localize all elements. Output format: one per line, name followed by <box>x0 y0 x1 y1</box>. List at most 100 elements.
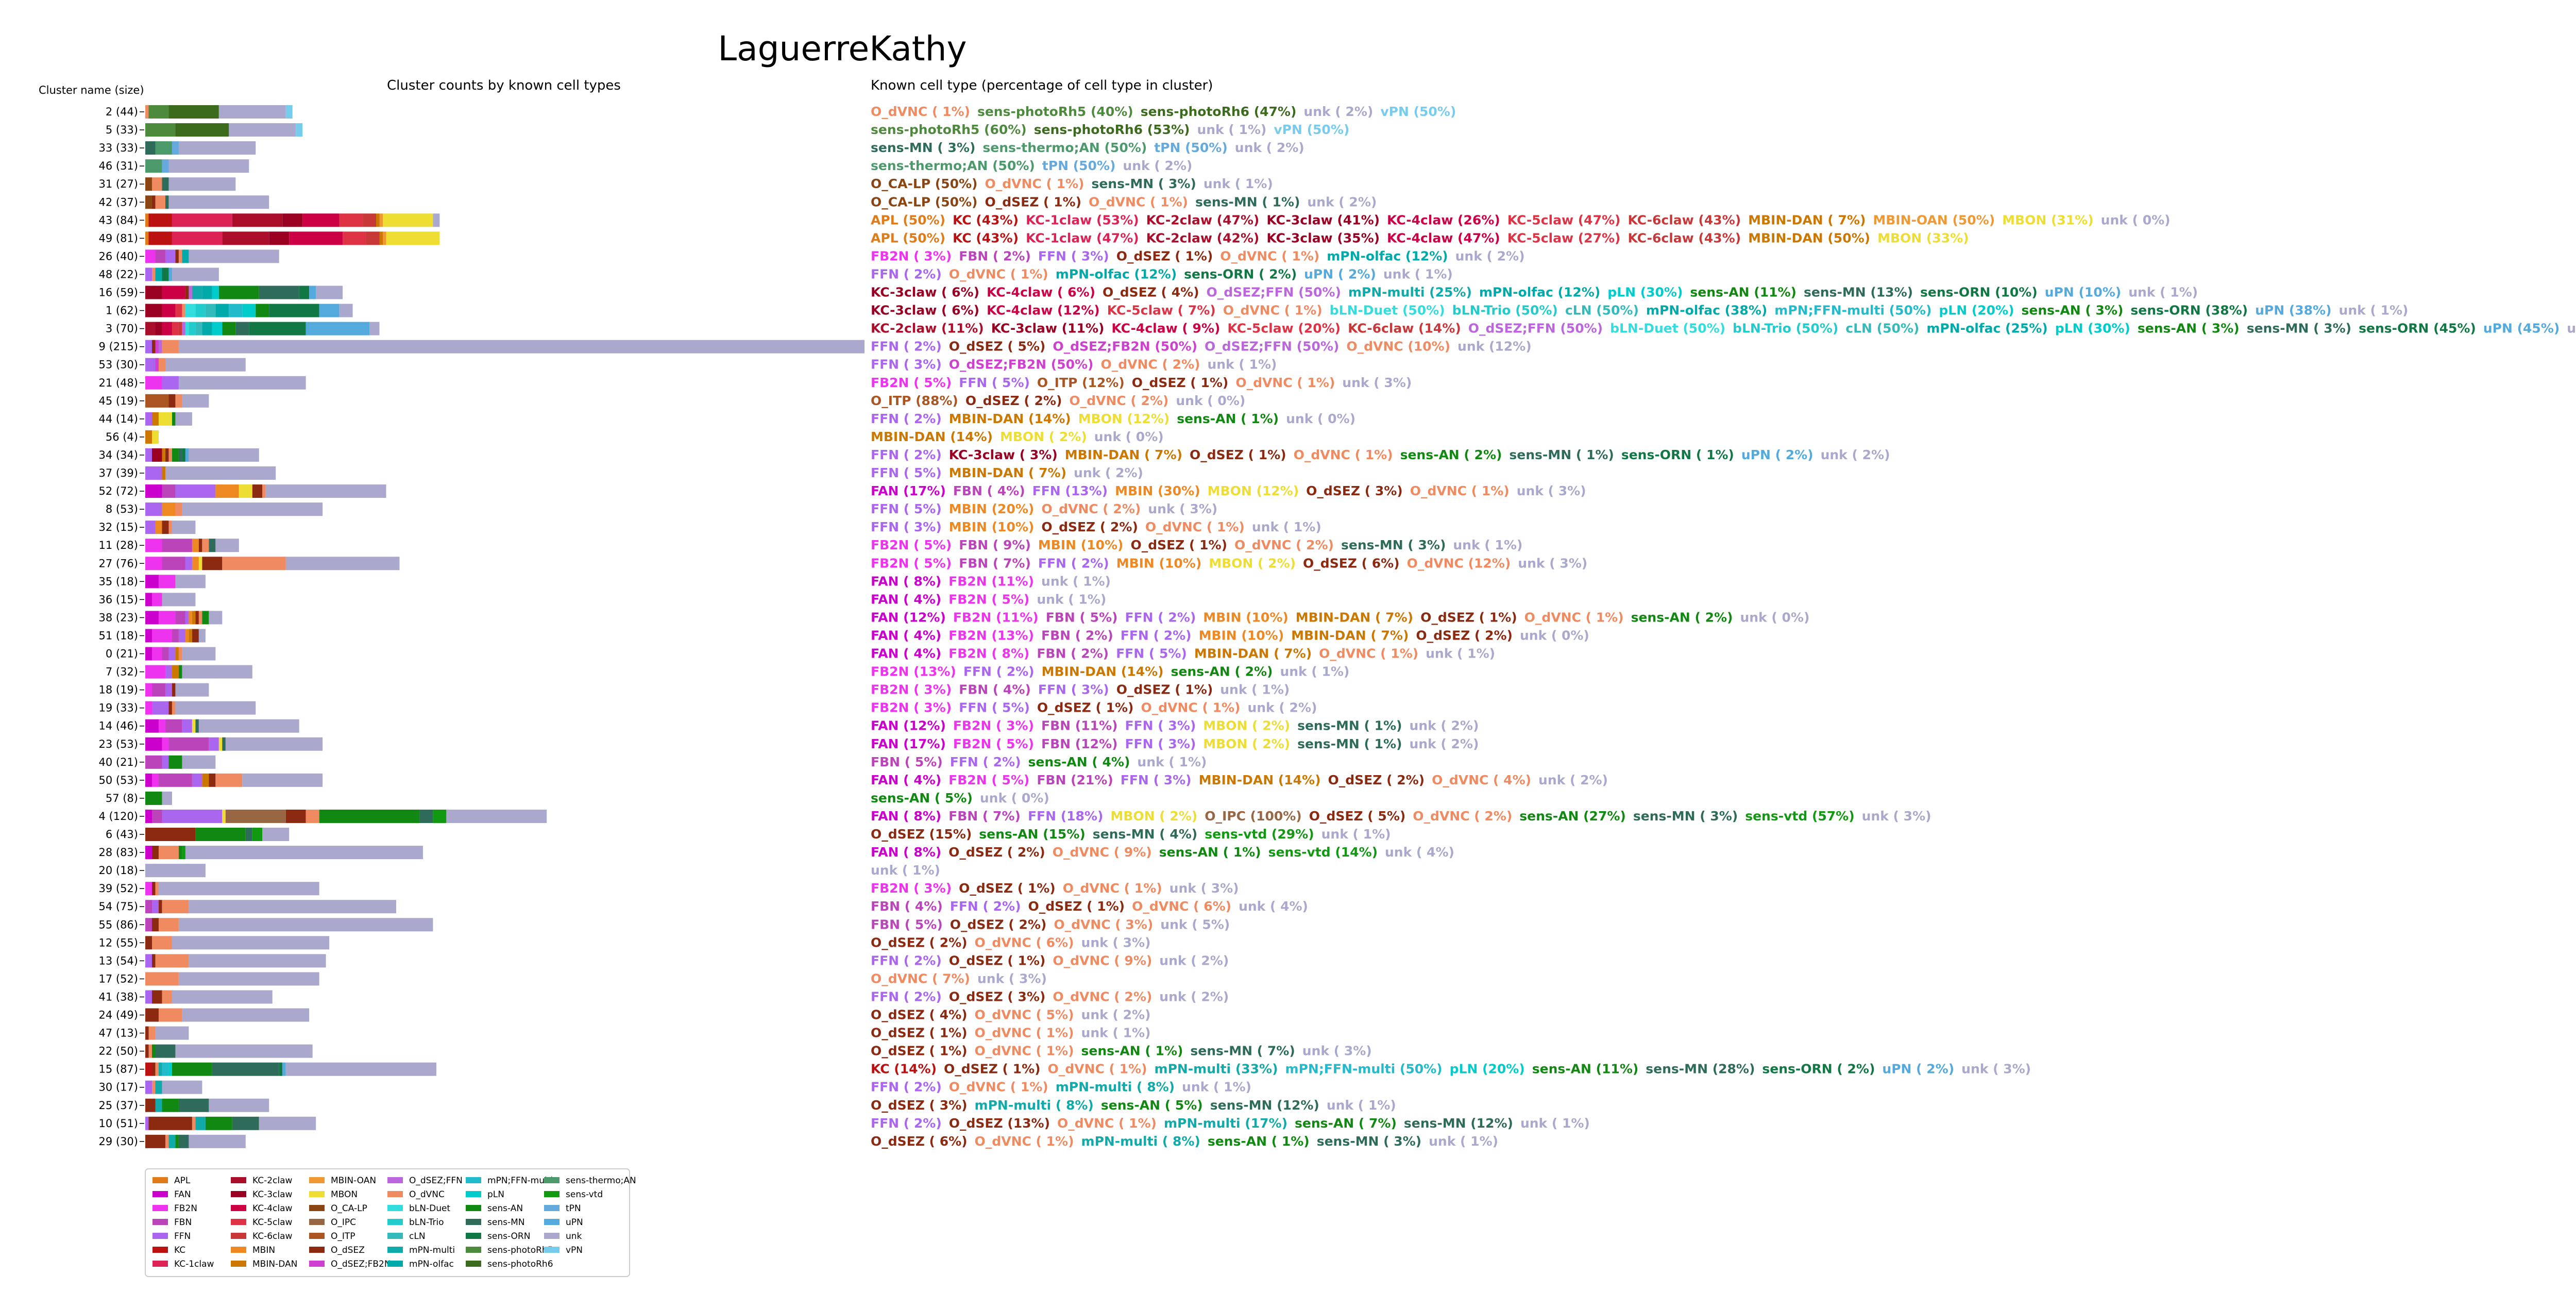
cluster-row: 57 (8) sens-AN ( 5%) unk ( 0%) <box>106 791 1049 806</box>
celltype-annotation: sens-AN ( 3%) <box>2022 303 2124 318</box>
cluster-row: 36 (15) FAN ( 4%) FB2N ( 5%) unk ( 1%) <box>98 592 1106 607</box>
bar-segment <box>185 557 192 571</box>
celltype-annotation: KC (43%) <box>953 212 1019 227</box>
celltype-annotation: FB2N ( 3%) <box>871 700 952 715</box>
bar-segment <box>148 1116 192 1130</box>
celltype-annotation: bLN-Trio (50%) <box>1733 321 1838 336</box>
celltype-annotation: MBIN-DAN (14%) <box>1199 773 1321 787</box>
celltype-annotation: unk ( 1%) <box>1453 538 1522 552</box>
celltype-annotation: KC-2claw (42%) <box>1146 230 1260 245</box>
celltype-annotation: sens-ORN ( 1%) <box>1621 447 1734 462</box>
bar-segment <box>168 737 209 751</box>
bar-segment <box>175 1134 179 1148</box>
celltype-annotation: bLN-Trio (50%) <box>1452 303 1558 318</box>
cluster-row: 56 (4) MBIN-DAN (14%) MBON ( 2%) unk ( 0%) <box>106 429 1164 444</box>
cluster-label: 1 (62) <box>106 305 138 317</box>
bar-segment <box>209 737 219 751</box>
bar-segment <box>178 972 319 986</box>
celltype-annotation: FBN (21%) <box>1037 773 1113 787</box>
celltype-annotation: uPN (38%) <box>2255 303 2331 318</box>
celltype-annotation: O_dSEZ ( 5%) <box>949 339 1046 354</box>
cluster-row: 17 (52) O_dVNC ( 7%) unk ( 3%) <box>98 971 1046 986</box>
bar-segment <box>148 213 172 227</box>
celltype-annotation: unk ( 3%) <box>1170 881 1239 896</box>
bar-segment <box>446 809 547 823</box>
celltype-annotation: FBN ( 4%) <box>959 682 1031 697</box>
bar-segment <box>145 304 162 317</box>
cluster-label: 56 (4) <box>106 431 138 443</box>
bar-segment <box>175 412 192 426</box>
cluster-label: 27 (76) <box>98 557 138 569</box>
celltype-annotation: unk ( 1%) <box>1041 574 1111 589</box>
legend-swatch <box>387 1233 403 1239</box>
cluster-row: 13 (54) FFN ( 2%) O_dSEZ ( 1%) O_dVNC ( 9%)… <box>98 953 1229 968</box>
bar-segment <box>419 809 433 823</box>
celltype-annotation: unk ( 1%) <box>1426 646 1495 661</box>
bar-segment <box>172 231 223 245</box>
celltype-annotation: sens-thermo;AN (50%) <box>982 140 1147 155</box>
bar-segment <box>145 990 152 1004</box>
bar-segment <box>262 828 290 841</box>
celltype-annotation: FFN ( 2%) <box>1125 610 1196 625</box>
legend-entry: MBON <box>331 1189 358 1200</box>
legend-swatch <box>544 1233 560 1239</box>
bar-segment <box>158 358 165 372</box>
celltype-annotation: O_dSEZ ( 1%) <box>1028 899 1125 914</box>
celltype-annotation: FBN ( 2%) <box>1037 646 1109 661</box>
bar-segment <box>168 105 219 119</box>
bar-segment <box>195 304 206 317</box>
legend-entry: O_ITP <box>331 1231 355 1242</box>
bar-segment <box>172 701 176 715</box>
bar-segment <box>285 809 306 823</box>
bar-segment <box>145 213 149 227</box>
cluster-row: 43 (84) APL (50%) KC (43%) KC-1claw (53%) KC… <box>98 212 2170 227</box>
celltype-annotation: FB2N ( 5%) <box>871 375 952 390</box>
cluster-row: 2 (44) O_dVNC ( 1%) sens-photoRh5 (40%) sen… <box>106 104 1456 119</box>
legend-entry: KC <box>174 1245 185 1255</box>
celltype-annotation: O_CA-LP (50%) <box>871 176 977 191</box>
cluster-row: 8 (53) FFN ( 5%) MBIN (20%) O_dVNC ( 2%) unk… <box>106 501 1217 516</box>
celltype-annotation: unk ( 1%) <box>1204 176 1273 191</box>
bar-segment <box>165 665 172 679</box>
celltype-annotation: vPN (50%) <box>1274 122 1349 137</box>
celltype-annotation: pLN (20%) <box>1939 303 2014 318</box>
celltype-annotation: sens-AN ( 2%) <box>1171 664 1273 679</box>
chart-title: LaguerreKathy <box>718 29 967 69</box>
celltype-annotation: unk ( 2%) <box>1159 953 1229 968</box>
bar-segment <box>148 1044 152 1058</box>
legend-entry: O_dSEZ;FFN <box>409 1176 463 1186</box>
bar-segment <box>155 340 159 354</box>
legend-entry: FFN <box>174 1231 191 1242</box>
celltype-annotation: KC-6claw (14%) <box>1348 321 1461 336</box>
celltype-annotation: unk ( 2%) <box>1821 447 1890 462</box>
celltype-annotation: unk ( 3%) <box>1518 556 1587 571</box>
celltype-annotation: O_dVNC ( 9%) <box>1053 845 1152 860</box>
bar-segment <box>165 466 276 480</box>
text-panel-title: Known cell type (percentage of cell type… <box>871 78 1213 93</box>
cluster-row: 0 (21) FAN ( 4%) FB2N ( 8%) FBN ( 2%) FFN ( … <box>106 646 1495 661</box>
cluster-row: 1 (62) KC-3claw ( 6%) KC-4claw (12%) KC-5cl… <box>106 303 2409 318</box>
cluster-row: 20 (18) unk ( 1%) <box>98 863 940 878</box>
cluster-label: 49 (81) <box>98 232 138 244</box>
bar-segment <box>222 737 226 751</box>
celltype-annotation: FAN (17%) <box>871 736 946 751</box>
bar-segment <box>158 412 172 426</box>
bar-segment <box>155 358 159 372</box>
celltype-annotation: MBIN-DAN ( 7%) <box>1065 447 1182 462</box>
celltype-annotation: sens-AN ( 2%) <box>1400 447 1502 462</box>
legend-swatch <box>309 1247 325 1253</box>
bar-segment <box>162 484 176 498</box>
cluster-label: 13 (54) <box>98 954 138 967</box>
legend-entry: pLN <box>487 1189 504 1200</box>
cluster-row: 41 (38) FFN ( 2%) O_dSEZ ( 3%) O_dVNC ( 2%)… <box>98 989 1229 1004</box>
celltype-annotation: O_dVNC ( 2%) <box>1234 538 1334 552</box>
legend-swatch <box>231 1191 246 1197</box>
cluster-row: 50 (53) FAN ( 4%) FB2N ( 5%) FBN (21%) FFN (… <box>98 773 1608 787</box>
bar-segment <box>285 105 293 119</box>
cluster-label: 26 (40) <box>98 250 138 262</box>
celltype-annotation: MBIN (10%) <box>1116 556 1202 571</box>
legend-swatch <box>152 1261 168 1267</box>
legend-swatch <box>309 1191 325 1197</box>
bar-segment <box>162 1098 179 1112</box>
cluster-label: 19 (33) <box>98 702 138 714</box>
